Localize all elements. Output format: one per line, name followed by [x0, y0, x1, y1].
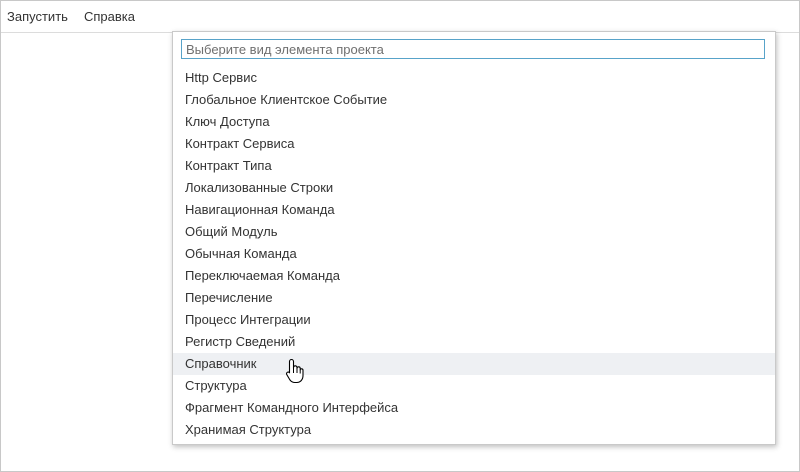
- hand-pointer-icon: [285, 358, 304, 384]
- list-item-common-module[interactable]: Общий Модуль: [173, 221, 775, 243]
- project-element-type-dropdown: Http Сервис Глобальное Клиентское Событи…: [172, 31, 776, 445]
- element-type-list: Http Сервис Глобальное Клиентское Событи…: [173, 67, 775, 441]
- list-item-catalog[interactable]: Справочник: [173, 353, 775, 375]
- menu-help[interactable]: Справка: [84, 9, 135, 24]
- list-item-http-service[interactable]: Http Сервис: [173, 67, 775, 89]
- menu-bar: Запустить Справка: [1, 1, 799, 33]
- list-item-information-register[interactable]: Регистр Сведений: [173, 331, 775, 353]
- list-item-enumeration[interactable]: Перечисление: [173, 287, 775, 309]
- list-item-command-interface-fragment[interactable]: Фрагмент Командного Интерфейса: [173, 397, 775, 419]
- list-item-toggle-command[interactable]: Переключаемая Команда: [173, 265, 775, 287]
- list-item-localized-strings[interactable]: Локализованные Строки: [173, 177, 775, 199]
- element-type-search-input[interactable]: [181, 39, 765, 59]
- list-item-access-key[interactable]: Ключ Доступа: [173, 111, 775, 133]
- list-item-service-contract[interactable]: Контракт Сервиса: [173, 133, 775, 155]
- list-item-type-contract[interactable]: Контракт Типа: [173, 155, 775, 177]
- list-item-structure[interactable]: Структура: [173, 375, 775, 397]
- list-item-stored-structure[interactable]: Хранимая Структура: [173, 419, 775, 441]
- list-item-navigation-command[interactable]: Навигационная Команда: [173, 199, 775, 221]
- list-item-global-client-event[interactable]: Глобальное Клиентское Событие: [173, 89, 775, 111]
- menu-run[interactable]: Запустить: [7, 9, 68, 24]
- list-item-regular-command[interactable]: Обычная Команда: [173, 243, 775, 265]
- list-item-integration-process[interactable]: Процесс Интеграции: [173, 309, 775, 331]
